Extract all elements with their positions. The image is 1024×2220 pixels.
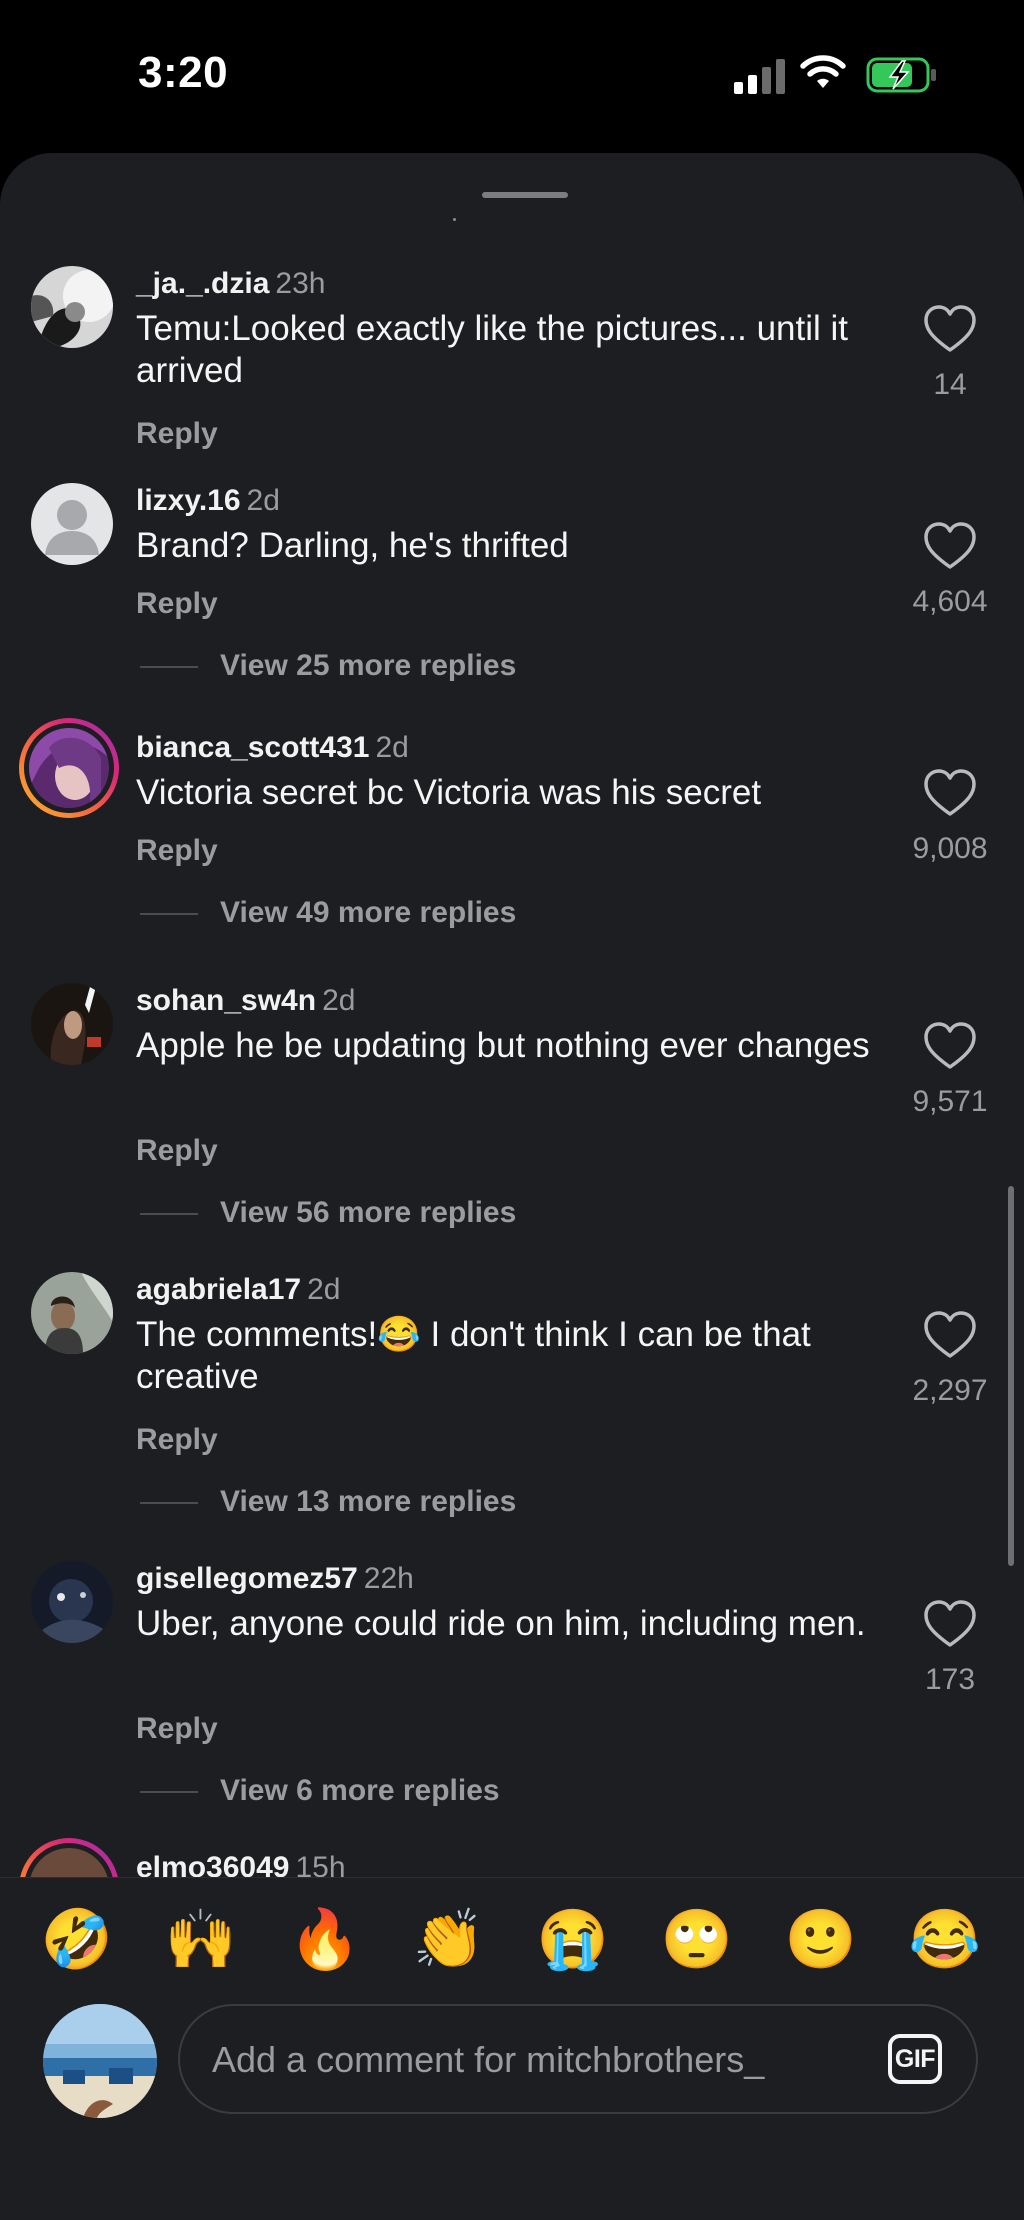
comment-age: 2d bbox=[375, 731, 409, 764]
comment-text: Apple he be updating but nothing ever ch… bbox=[136, 1026, 870, 1065]
avatar-story-ring[interactable] bbox=[19, 718, 119, 818]
status-bar: 3:20 bbox=[0, 0, 1024, 150]
view-more-replies[interactable]: View 49 more replies bbox=[140, 896, 516, 930]
comment-username[interactable]: _ja._.dzia bbox=[136, 267, 269, 300]
cellular-signal-icon bbox=[734, 58, 786, 94]
view-more-label: View 6 more replies bbox=[220, 1774, 500, 1807]
view-more-label: View 56 more replies bbox=[220, 1196, 517, 1229]
comment-username[interactable]: elmo36049 bbox=[136, 1851, 289, 1877]
view-more-label: View 13 more replies bbox=[220, 1485, 517, 1518]
avatar[interactable] bbox=[31, 483, 113, 565]
wifi-icon bbox=[800, 55, 846, 88]
comment-age: 2d bbox=[246, 484, 280, 517]
reply-button[interactable]: Reply bbox=[136, 1712, 218, 1746]
comment-text: Uber, anyone could ride on him, includin… bbox=[136, 1604, 866, 1643]
reply-button[interactable]: Reply bbox=[136, 834, 218, 868]
comment-username[interactable]: gisellegomez57 bbox=[136, 1562, 358, 1595]
comments-sheet: _ja._.dzia 23h Temu:Looked exactly like t… bbox=[0, 153, 1024, 2220]
avatar[interactable] bbox=[31, 983, 113, 1065]
avatar[interactable] bbox=[31, 1561, 113, 1643]
like-count: 4,604 bbox=[912, 585, 988, 618]
like-count: 9,008 bbox=[912, 832, 988, 865]
comment-age: 22h bbox=[363, 1562, 414, 1595]
emoji-quick-bar: 🤣 🙌 🔥 👏 😭 🙄 🙂 😂 bbox=[0, 1877, 1024, 2002]
emoji-loudly-crying[interactable]: 😭 bbox=[533, 1900, 613, 1980]
view-more-replies[interactable]: View 56 more replies bbox=[140, 1196, 516, 1230]
like-count: 14 bbox=[933, 368, 967, 401]
heart-icon[interactable] bbox=[920, 1017, 980, 1077]
like-count: 173 bbox=[924, 1663, 976, 1696]
comment-text: The comments!😂 I don't think I can be th… bbox=[136, 1315, 811, 1396]
view-more-replies[interactable]: View 13 more replies bbox=[140, 1485, 516, 1519]
heart-icon[interactable] bbox=[920, 764, 980, 824]
status-time: 3:20 bbox=[138, 48, 229, 97]
comment-text: Brand? Darling, he's thrifted bbox=[136, 526, 569, 565]
view-more-replies[interactable]: View 25 more replies bbox=[140, 649, 516, 683]
comment-age: 2d bbox=[307, 1273, 341, 1306]
reply-button[interactable]: Reply bbox=[136, 1134, 218, 1168]
reply-button[interactable]: Reply bbox=[136, 417, 218, 451]
avatar[interactable] bbox=[31, 1272, 113, 1354]
reply-button[interactable]: Reply bbox=[136, 587, 218, 621]
emoji-slight-smile[interactable]: 🙂 bbox=[781, 1900, 861, 1980]
comment-input[interactable] bbox=[210, 2006, 834, 2114]
heart-icon[interactable] bbox=[920, 517, 980, 577]
my-avatar[interactable] bbox=[43, 2004, 157, 2118]
comment-text: Temu:Looked exactly like the pictures...… bbox=[136, 309, 849, 390]
comment-text: Victoria secret bc Victoria was his secr… bbox=[136, 773, 762, 812]
comments-list[interactable]: _ja._.dzia 23h Temu:Looked exactly like t… bbox=[0, 153, 1024, 1877]
emoji-clapping-hands[interactable]: 👏 bbox=[409, 1900, 489, 1980]
comment-username[interactable]: lizxy.16 bbox=[136, 484, 241, 517]
comment-age: 2d bbox=[322, 984, 356, 1017]
heart-icon[interactable] bbox=[920, 300, 980, 360]
comment-username[interactable]: sohan_sw4n bbox=[136, 984, 316, 1017]
emoji-raising-hands[interactable]: 🙌 bbox=[161, 1900, 241, 1980]
heart-icon[interactable] bbox=[920, 1595, 980, 1655]
like-count: 2,297 bbox=[912, 1374, 988, 1407]
avatar-story-ring[interactable] bbox=[19, 1838, 119, 1877]
comment-input-field[interactable]: GIF bbox=[178, 2004, 978, 2114]
emoji-rofl[interactable]: 🤣 bbox=[37, 1900, 117, 1980]
emoji-fire[interactable]: 🔥 bbox=[285, 1900, 365, 1980]
comment-username[interactable]: agabriela17 bbox=[136, 1273, 301, 1306]
scrollbar[interactable] bbox=[1008, 1186, 1014, 1566]
view-more-label: View 49 more replies bbox=[220, 896, 517, 929]
avatar[interactable] bbox=[31, 266, 113, 348]
avatar bbox=[29, 728, 109, 808]
heart-icon[interactable] bbox=[920, 1306, 980, 1366]
view-more-label: View 25 more replies bbox=[220, 649, 517, 682]
view-more-replies[interactable]: View 6 more replies bbox=[140, 1774, 500, 1808]
reply-button[interactable]: Reply bbox=[136, 1423, 218, 1457]
comment-username[interactable]: bianca_scott431 bbox=[136, 731, 369, 764]
battery-charging-icon bbox=[866, 57, 936, 93]
emoji-eye-roll[interactable]: 🙄 bbox=[657, 1900, 737, 1980]
comment-age: 23h bbox=[275, 267, 326, 300]
gif-button[interactable]: GIF bbox=[888, 2034, 942, 2084]
emoji-tears-of-joy[interactable]: 😂 bbox=[905, 1900, 985, 1980]
comment-composer: GIF bbox=[0, 2001, 1024, 2220]
like-count: 9,571 bbox=[912, 1085, 988, 1118]
comment-age: 15h bbox=[295, 1851, 346, 1877]
